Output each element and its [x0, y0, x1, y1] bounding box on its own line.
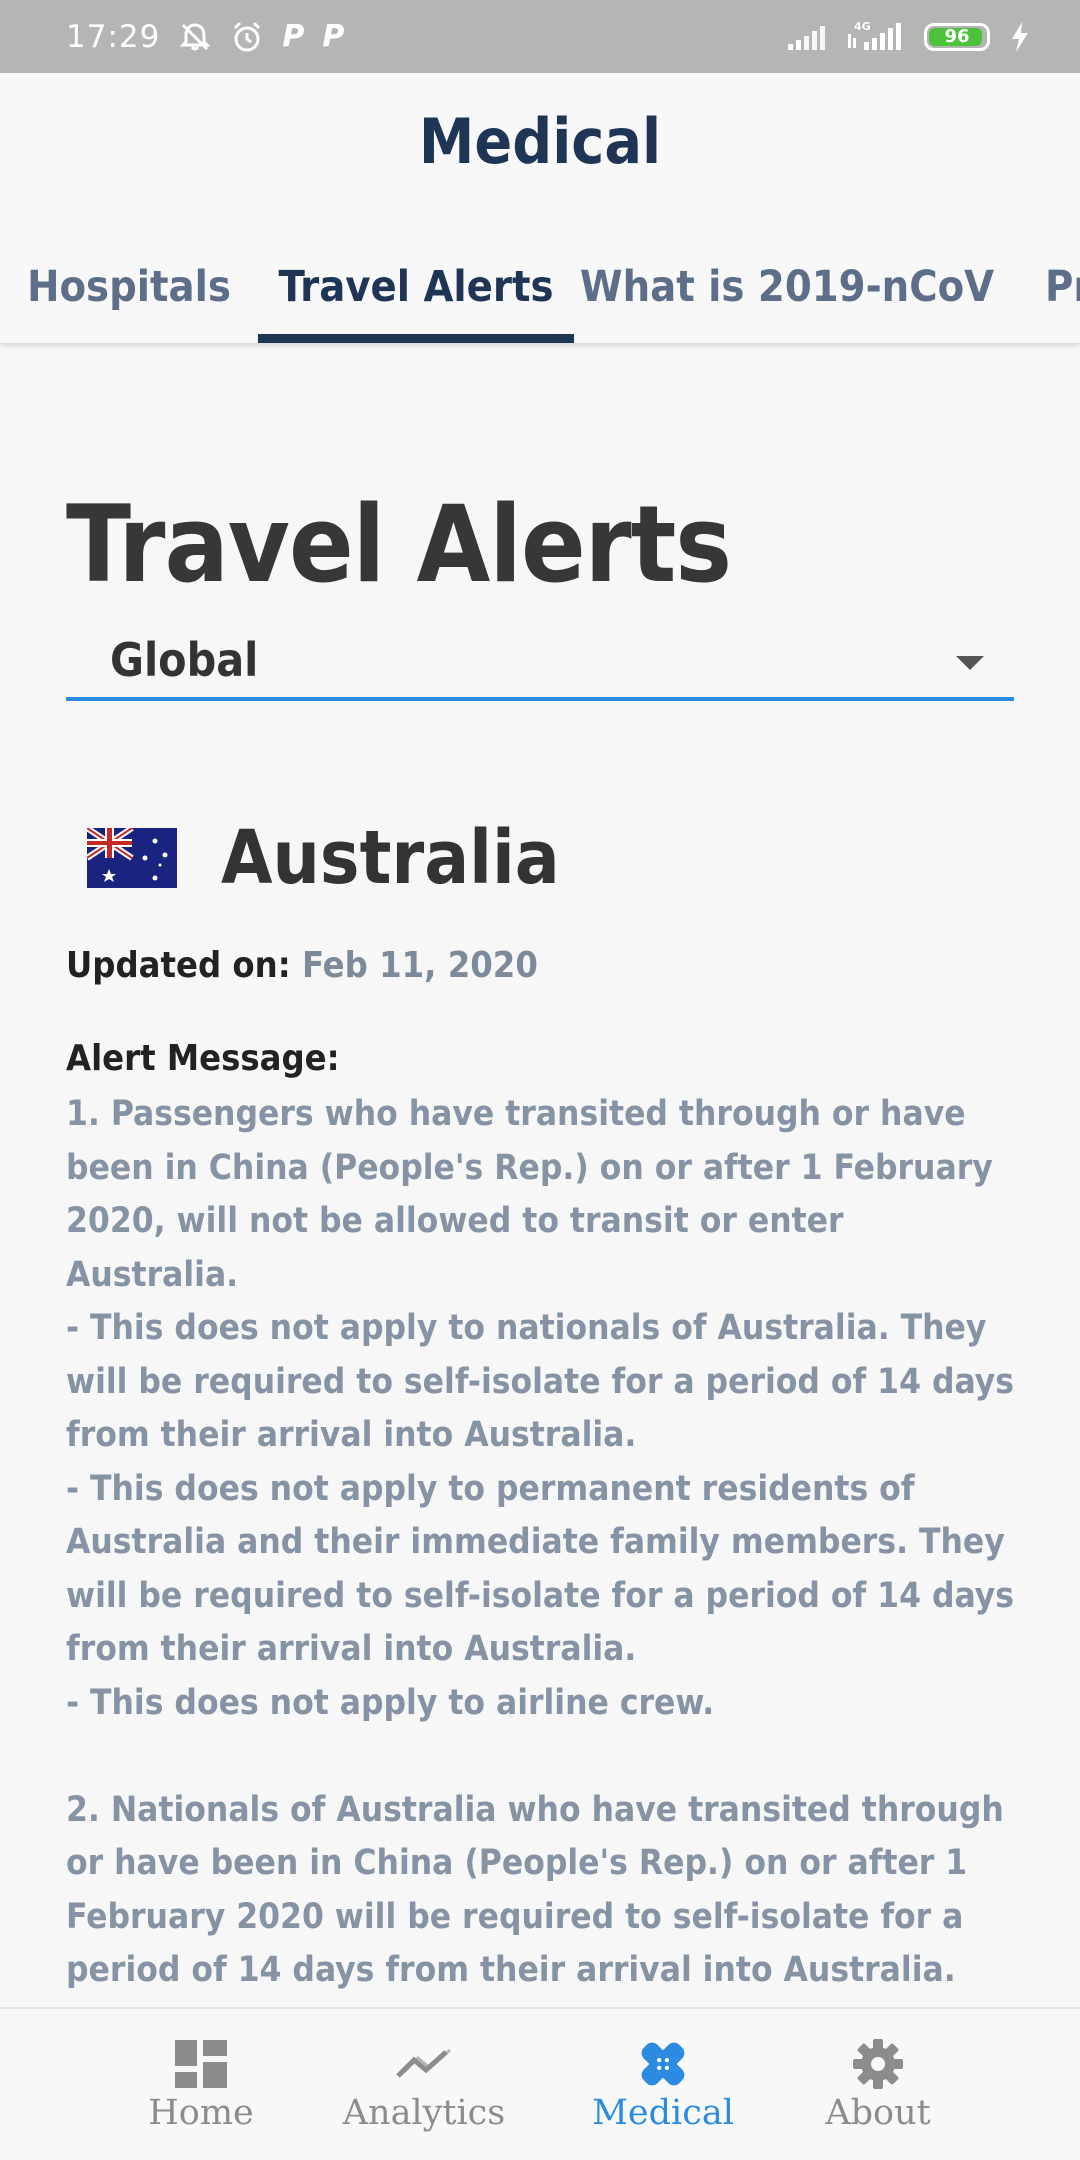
dashboard-icon — [173, 2039, 229, 2089]
nav-home-label: Home — [148, 2093, 254, 2133]
bell-muted-icon — [178, 21, 212, 53]
charging-icon — [1010, 21, 1030, 52]
status-time: 17:29 — [66, 18, 161, 55]
updated-label: Updated on: — [66, 945, 291, 986]
updated-on: Updated on: Feb 11, 2020 — [66, 945, 538, 986]
tab-travel-alerts[interactable]: Travel Alerts — [258, 238, 574, 343]
nav-home[interactable]: Home — [91, 2009, 311, 2160]
tab-hospitals[interactable]: Hospitals — [0, 238, 258, 343]
parking-icon: P — [282, 19, 305, 54]
gear-icon — [850, 2039, 906, 2089]
alarm-icon — [230, 20, 264, 54]
page-title: Medical — [418, 105, 662, 178]
battery-percent: 96 — [944, 26, 970, 47]
status-bar: 17:29 P P 4G 96 — [0, 0, 1080, 73]
dropdown-arrow-icon — [956, 656, 984, 670]
bandage-icon — [635, 2039, 691, 2089]
section-heading: Travel Alerts — [66, 483, 732, 606]
signal-icon — [788, 24, 828, 50]
nav-analytics-label: Analytics — [342, 2093, 506, 2133]
region-selected-value: Global — [110, 633, 259, 687]
svg-text:4G: 4G — [854, 20, 871, 33]
nav-about[interactable]: About — [768, 2009, 988, 2160]
australia-flag-icon — [87, 828, 177, 888]
alert-message-body: 1. Passengers who have transited through… — [66, 1094, 1014, 1990]
country-header: Australia — [66, 808, 560, 908]
tab-what-is-2019-ncov[interactable]: What is 2019-nCoV — [574, 238, 1000, 343]
tab-prevention[interactable]: Pr — [1045, 238, 1080, 343]
active-tab-indicator — [258, 334, 574, 343]
nav-about-label: About — [825, 2093, 931, 2133]
app-header: Medical Hospitals Travel Alerts What is … — [0, 73, 1080, 343]
main-content[interactable]: Travel Alerts Global Australia Updated o… — [0, 343, 1080, 2007]
parking-icon-2: P — [322, 19, 345, 54]
updated-date: Feb 11, 2020 — [301, 945, 538, 986]
tab-bar: Hospitals Travel Alerts What is 2019-nCo… — [0, 238, 1080, 343]
nav-medical-label: Medical — [592, 2093, 734, 2133]
bottom-navigation: Home Analytics Medical About — [0, 2007, 1080, 2160]
trending-icon — [396, 2039, 452, 2089]
nav-analytics[interactable]: Analytics — [314, 2009, 534, 2160]
battery-icon: 96 — [924, 22, 990, 51]
alert-message-label: Alert Message: — [66, 1038, 340, 1079]
nav-medical[interactable]: Medical — [553, 2009, 773, 2160]
region-dropdown[interactable]: Global — [66, 633, 1014, 701]
signal-4g-icon: 4G — [848, 20, 904, 54]
country-name: Australia — [221, 815, 560, 901]
